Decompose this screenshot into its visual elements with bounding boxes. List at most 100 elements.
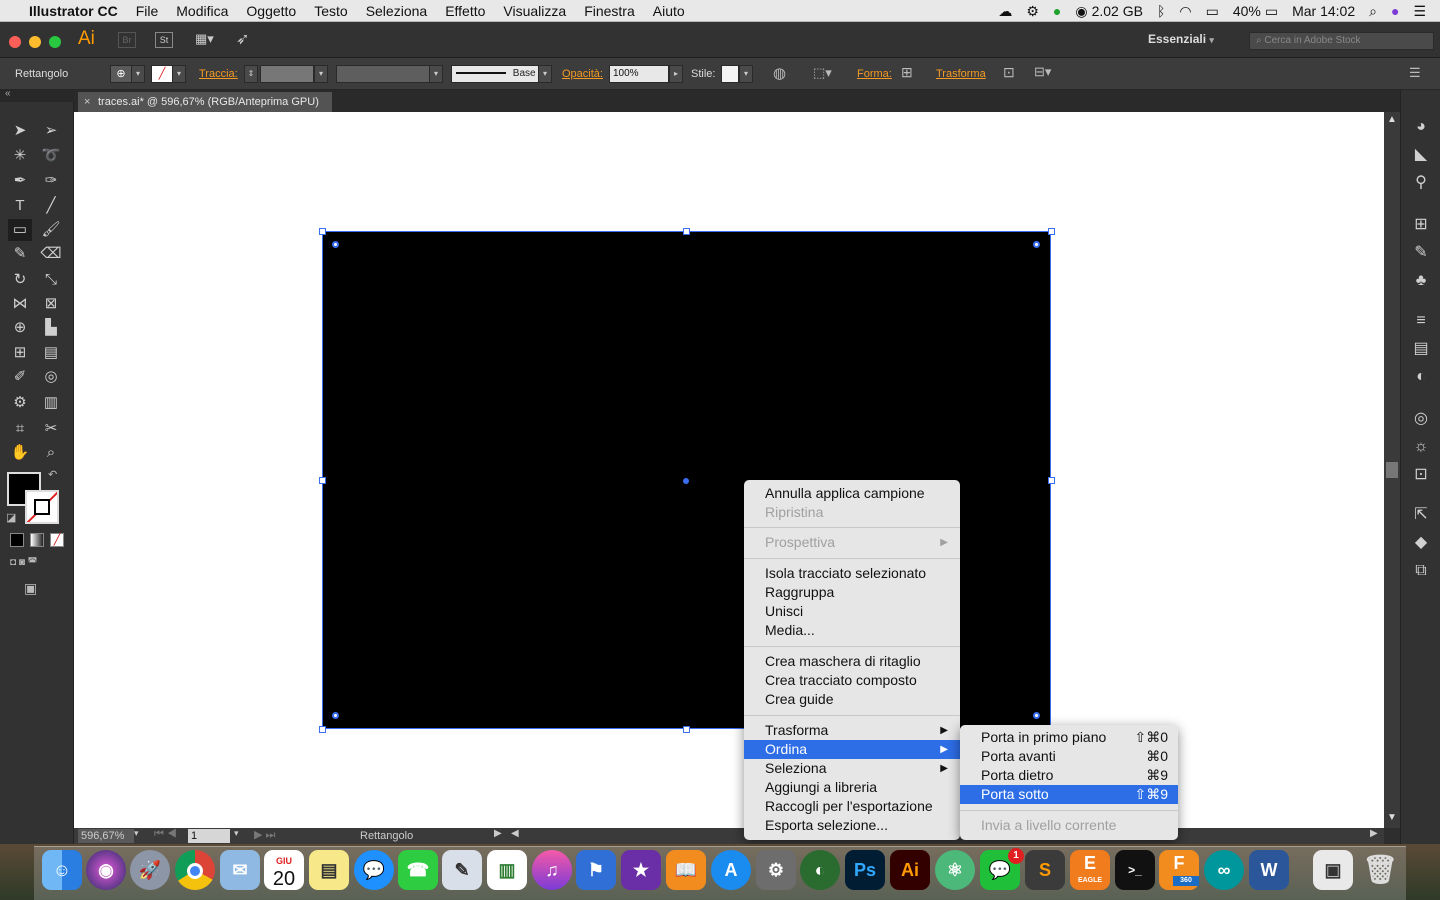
eyedropper-tool-icon[interactable]: ✐ bbox=[8, 366, 32, 388]
graphic-style-swatch[interactable] bbox=[721, 65, 739, 83]
color-guide-icon[interactable]: ◕ bbox=[1409, 116, 1433, 138]
width-tool-icon[interactable]: ⋈ bbox=[8, 293, 32, 315]
perspective-grid-tool-icon[interactable]: ▙ bbox=[39, 317, 63, 339]
illustrator-icon[interactable]: Ai bbox=[890, 850, 930, 890]
free-transform-tool-icon[interactable]: ⊠ bbox=[39, 293, 63, 315]
siri-app-icon[interactable]: ◉ bbox=[86, 850, 126, 890]
first-artboard-icon[interactable]: ⏮ ◀ bbox=[154, 828, 177, 841]
photoshop-icon[interactable]: Ps bbox=[845, 850, 885, 890]
gradient-panel-icon[interactable]: ▤ bbox=[1409, 338, 1433, 360]
numbers-icon[interactable]: ▥ bbox=[487, 850, 527, 890]
graphic-styles-icon[interactable]: ☼ bbox=[1409, 436, 1433, 458]
mesh-tool-icon[interactable]: ⊞ bbox=[8, 342, 32, 364]
terminal-icon[interactable]: >_ bbox=[1115, 850, 1155, 890]
hand-tool-icon[interactable]: ✋ bbox=[8, 442, 32, 464]
memory-status[interactable]: 2.02 GB bbox=[1092, 3, 1143, 19]
menu-file[interactable]: File bbox=[127, 3, 168, 19]
clock[interactable]: Mar 14:02 bbox=[1292, 3, 1355, 19]
app-menu[interactable]: Illustrator CC bbox=[29, 3, 127, 19]
isolate-object-icon[interactable]: ⊡ bbox=[1003, 64, 1015, 81]
submenu-item-send-backward[interactable]: Porta dietro ⌘9 bbox=[960, 766, 1178, 785]
zoom-field[interactable]: 596,67% bbox=[78, 829, 134, 843]
rotate-tool-icon[interactable]: ↻ bbox=[8, 269, 32, 291]
fill-dropdown[interactable]: ▾ bbox=[131, 65, 145, 83]
handle-top-left[interactable] bbox=[319, 228, 326, 235]
swap-fill-stroke-icon[interactable]: ↶ bbox=[48, 468, 57, 481]
image-trace-icon[interactable]: ◎ bbox=[1409, 408, 1433, 430]
symbols-icon[interactable]: ♣ bbox=[1409, 270, 1433, 292]
ibooks-icon[interactable]: 📖 bbox=[666, 850, 706, 890]
gpu-performance-icon[interactable]: ➶ bbox=[236, 29, 249, 49]
export-icon[interactable]: ⇱ bbox=[1409, 504, 1433, 526]
menu-item-export-selection[interactable]: Esporta selezione... bbox=[744, 816, 960, 835]
memory-icon[interactable]: ◉ bbox=[1075, 3, 1087, 20]
color-mode-icon[interactable] bbox=[10, 533, 24, 547]
menu-item-make-guides[interactable]: Crea guide bbox=[744, 690, 960, 709]
notes-icon[interactable]: ▤ bbox=[309, 850, 349, 890]
menu-item-isolate-path[interactable]: Isola tracciato selezionato bbox=[744, 564, 960, 583]
handle-middle-right[interactable] bbox=[1048, 477, 1055, 484]
none-mode-icon[interactable]: ╱ bbox=[50, 533, 64, 547]
stroke-weight-dropdown[interactable]: ▾ bbox=[314, 65, 328, 83]
stroke-label[interactable]: Traccia: bbox=[199, 68, 238, 80]
fusion-360-icon[interactable]: F 360 bbox=[1159, 850, 1199, 890]
arduino-icon[interactable]: ∞ bbox=[1204, 850, 1244, 890]
zoom-tool-icon[interactable]: ⌕ bbox=[39, 442, 63, 464]
word-icon[interactable]: W bbox=[1249, 850, 1289, 890]
gradient-tool-icon[interactable]: ▤ bbox=[39, 342, 63, 364]
fill-swatch[interactable]: ⊕ bbox=[110, 65, 132, 83]
collapse-tools-icon[interactable]: « bbox=[5, 88, 11, 99]
menu-item-add-to-library[interactable]: Aggiungi a libreria bbox=[744, 778, 960, 797]
menu-item-arrange[interactable]: Ordina ▶ bbox=[744, 740, 960, 759]
symbol-sprayer-tool-icon[interactable]: ⚙ bbox=[8, 392, 32, 414]
workspace-switcher[interactable]: Essenziali ▾ bbox=[1148, 32, 1214, 46]
slice-tool-icon[interactable]: ✂ bbox=[39, 418, 63, 440]
swatches-icon[interactable]: ⊞ bbox=[1409, 214, 1433, 236]
profile-dropdown[interactable]: ▾ bbox=[429, 65, 443, 83]
default-fill-stroke-icon[interactable]: ◪ bbox=[6, 511, 16, 524]
scroll-down-icon[interactable]: ▼ bbox=[1387, 812, 1397, 823]
chrome-icon[interactable] bbox=[175, 850, 215, 890]
menu-oggetto[interactable]: Oggetto bbox=[237, 3, 305, 19]
corner-widget-top-right[interactable] bbox=[1033, 241, 1040, 248]
transparency-icon[interactable]: ◐ bbox=[1409, 366, 1433, 388]
corner-widget-bottom-right[interactable] bbox=[1033, 712, 1040, 719]
calendar-icon[interactable]: GIU 20 bbox=[264, 850, 304, 890]
app-store-icon[interactable]: A bbox=[711, 850, 751, 890]
next-artboard-icon[interactable]: ▶ ⏭ bbox=[254, 828, 275, 842]
shape-label[interactable]: Forma: bbox=[857, 68, 892, 80]
airplay-icon[interactable]: ▭ bbox=[1206, 3, 1219, 20]
column-graph-tool-icon[interactable]: ▥ bbox=[39, 392, 63, 414]
system-preferences-icon[interactable]: ⚙ bbox=[756, 850, 796, 890]
zoom-dropdown-icon[interactable]: ▾ bbox=[134, 828, 139, 839]
atom-icon[interactable]: ⚛ bbox=[935, 850, 975, 890]
screen-mode-icon[interactable]: ▣ bbox=[24, 580, 37, 597]
menu-item-transform[interactable]: Trasforma ▶ bbox=[744, 721, 960, 740]
scroll-up-icon[interactable]: ▲ bbox=[1387, 114, 1397, 125]
line-segment-tool-icon[interactable]: ╱ bbox=[39, 195, 63, 217]
artboards-panel-icon[interactable]: ⧉ bbox=[1409, 560, 1433, 582]
vertical-scrollbar[interactable]: ▲ ▼ bbox=[1384, 112, 1400, 828]
magic-wand-tool-icon[interactable]: ✳ bbox=[8, 145, 32, 167]
menu-item-undo-apply-swatch[interactable]: Annulla applica campione bbox=[744, 484, 960, 503]
menu-effetto[interactable]: Effetto bbox=[436, 3, 494, 19]
stroke-weight-stepper[interactable]: ⇕ bbox=[244, 65, 258, 83]
menu-item-make-clipping-mask[interactable]: Crea maschera di ritaglio bbox=[744, 652, 960, 671]
bridge-button[interactable]: Br bbox=[118, 32, 136, 48]
scale-tool-icon[interactable]: ⤡ bbox=[39, 269, 63, 291]
layers-icon[interactable]: ◆ bbox=[1409, 532, 1433, 554]
creative-cloud-icon[interactable]: ☁ bbox=[998, 3, 1012, 20]
eagle-icon[interactable]: E EAGLE bbox=[1070, 850, 1110, 890]
menu-testo[interactable]: Testo bbox=[305, 3, 356, 19]
gradient-mode-icon[interactable] bbox=[30, 533, 44, 547]
submenu-item-bring-to-front[interactable]: Porta in primo piano ⇧⌘0 bbox=[960, 728, 1178, 747]
transform-label[interactable]: Trasforma bbox=[936, 68, 986, 80]
stock-search-input[interactable]: ⌕ Cerca in Adobe Stock bbox=[1249, 32, 1434, 50]
messenger-icon[interactable]: 💬 bbox=[354, 850, 394, 890]
rectangle-tool-icon[interactable]: ▭ bbox=[8, 219, 32, 241]
shaper-tool-icon[interactable]: ✎ bbox=[8, 243, 32, 265]
artboard-dropdown-icon[interactable]: ▾ bbox=[234, 828, 239, 839]
handle-top-right[interactable] bbox=[1048, 228, 1055, 235]
downloads-stack-icon[interactable]: ▣ bbox=[1313, 850, 1353, 890]
corner-widget-bottom-left[interactable] bbox=[332, 712, 339, 719]
